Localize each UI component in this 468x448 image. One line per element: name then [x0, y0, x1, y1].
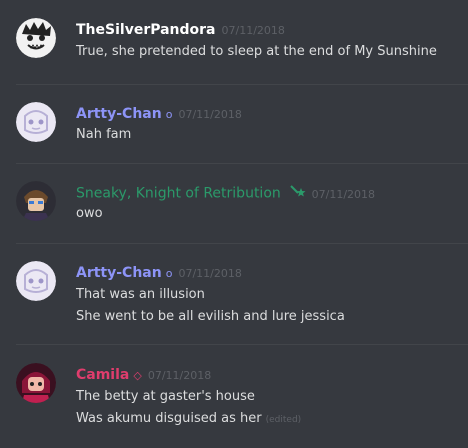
message-text: The betty at gaster's house: [76, 389, 255, 404]
avatar[interactable]: [16, 261, 56, 301]
author-name[interactable]: TheSilverPandora: [76, 22, 216, 38]
edited-label: (edited): [265, 415, 302, 425]
author-name[interactable]: Artty-Chan: [76, 106, 162, 122]
message-header: Artty-Chan o 07/11/2018: [76, 264, 242, 283]
message-text: She went to be all evilish and lure jess…: [76, 309, 345, 324]
message-header: TheSilverPandora 07/11/2018: [76, 21, 285, 40]
wand-star-icon: [289, 184, 306, 203]
timestamp: 07/11/2018: [178, 267, 242, 280]
avatar[interactable]: [16, 102, 56, 142]
timestamp: 07/11/2018: [147, 369, 212, 382]
message-text: owo: [76, 206, 103, 221]
avatar[interactable]: [16, 363, 56, 403]
status-badge: ◇: [133, 369, 142, 382]
avatar[interactable]: [16, 181, 56, 221]
author-name[interactable]: Camila: [76, 367, 129, 383]
status-badge: o: [165, 267, 173, 280]
message-text-content: Was akumu disguised as her: [76, 411, 262, 426]
message-header: Artty-Chan o 07/11/2018: [76, 105, 242, 124]
message-item: Sneaky, Knight of Retribution 07/11/2018…: [0, 164, 468, 243]
message-item: Artty-Chan o 07/11/2018 Nah fam: [0, 85, 468, 163]
message-item: Camila ◇ 07/11/2018 The betty at gaster's …: [0, 345, 468, 448]
message-text: That was an illusion: [76, 287, 205, 302]
message-text: Nah fam: [76, 127, 132, 142]
timestamp: 07/11/2018: [178, 108, 242, 121]
timestamp: 07/11/2018: [311, 187, 376, 201]
message-header: Sneaky, Knight of Retribution 07/11/2018: [76, 184, 375, 204]
message-text: True, she pretended to sleep at the end …: [76, 44, 437, 59]
message-item: TheSilverPandora 07/11/2018 True, she pre…: [0, 0, 468, 86]
message-item: Artty-Chan o 07/11/2018 That was an illusi…: [0, 244, 468, 344]
avatar[interactable]: [16, 18, 56, 58]
status-badge: o: [165, 108, 173, 121]
author-name[interactable]: Artty-Chan: [76, 265, 162, 281]
message-header: Camila ◇ 07/11/2018: [76, 366, 211, 385]
author-name[interactable]: Sneaky, Knight of Retribution: [76, 186, 281, 202]
timestamp: 07/11/2018: [221, 24, 285, 37]
message-text: Was akumu disguised as her (edited): [76, 410, 301, 429]
